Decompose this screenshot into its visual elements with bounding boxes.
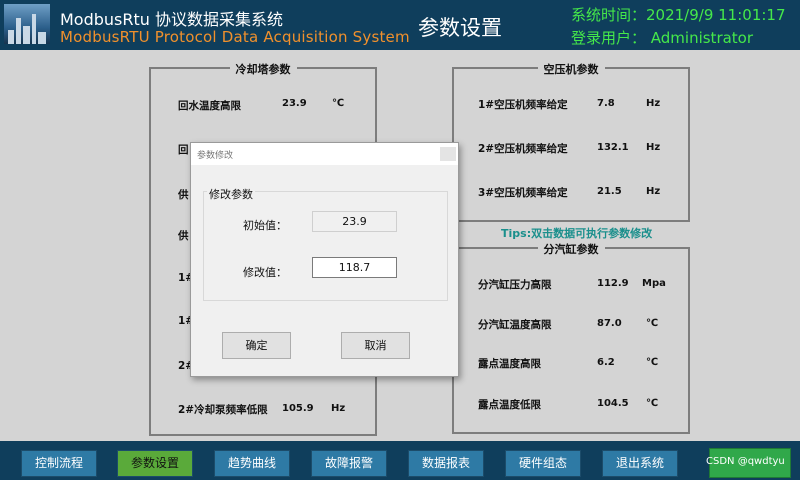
modify-param-fieldset <box>203 191 448 301</box>
cooling-row-label: 回水温度高限 <box>178 100 241 112</box>
modify-param-dialog: 参数修改 修改参数 初始值： 23.9 修改值： 118.7 确定 取消 <box>190 142 459 377</box>
nav-data-report-button[interactable]: 数据报表 <box>408 450 484 477</box>
nav-trend-curve-button[interactable]: 趋势曲线 <box>214 450 290 477</box>
page-title: 参数设置 <box>418 16 502 40</box>
cooling-row-label: 供 <box>178 189 189 201</box>
compressor-row-value[interactable]: 7.8 <box>597 98 615 109</box>
steam-row-label: 分汽缸压力高限 <box>478 279 552 291</box>
compressor-row-value[interactable]: 21.5 <box>597 186 622 197</box>
fieldset-legend: 修改参数 <box>207 186 255 202</box>
steam-row-label: 露点温度高限 <box>478 358 541 370</box>
cooling-row-unit: Hz <box>331 403 346 414</box>
cancel-button[interactable]: 取消 <box>341 332 410 359</box>
compressor-row-label: 1#空压机频率给定 <box>478 99 568 111</box>
modify-value-label: 修改值： <box>243 266 287 279</box>
csdn-watermark: CSDN @qwdtyu <box>706 456 785 467</box>
dialog-title: 参数修改 <box>197 151 234 161</box>
cooling-row-label: 供 <box>178 230 189 242</box>
steam-row-unit: ℃ <box>646 318 659 329</box>
compressor-row-label: 2#空压机频率给定 <box>478 143 568 155</box>
tips-text: Tips:双击数据可执行参数修改 <box>501 227 653 240</box>
nav-fault-alarm-button[interactable]: 故障报警 <box>311 450 387 477</box>
steam-row-value[interactable]: 6.2 <box>597 357 615 368</box>
cooling-row-value[interactable]: 23.9 <box>282 98 307 109</box>
steam-row-unit: Mpa <box>642 278 666 289</box>
compressor-row-unit: Hz <box>646 142 661 153</box>
steam-header-title: 分汽缸参数 <box>537 243 605 256</box>
steam-row-label: 露点温度低限 <box>478 399 541 411</box>
cooling-tower-title: 冷却塔参数 <box>229 63 297 76</box>
initial-value-label: 初始值： <box>243 219 287 232</box>
app-title-en: ModbusRTU Protocol Data Acquisition Syst… <box>60 28 410 46</box>
nav-control-flow-button[interactable]: 控制流程 <box>21 450 97 477</box>
cooling-row-value[interactable]: 105.9 <box>282 403 314 414</box>
nav-hardware-config-button[interactable]: 硬件组态 <box>505 450 581 477</box>
close-icon[interactable] <box>440 147 456 161</box>
steam-row-label: 分汽缸温度高限 <box>478 319 552 331</box>
compressor-row-unit: Hz <box>646 98 661 109</box>
cooling-row-label: 回 <box>178 144 189 156</box>
steam-row-unit: ℃ <box>646 357 659 368</box>
steam-row-value[interactable]: 104.5 <box>597 398 629 409</box>
steam-row-unit: ℃ <box>646 398 659 409</box>
compressor-row-label: 3#空压机频率给定 <box>478 187 568 199</box>
login-user: 登录用户： Administrator <box>571 29 754 47</box>
steam-row-value[interactable]: 87.0 <box>597 318 622 329</box>
cooling-row-unit: ℃ <box>332 98 345 109</box>
header-bar: ModbusRtu 协议数据采集系统 ModbusRTU Protocol Da… <box>0 0 800 50</box>
initial-value-field: 23.9 <box>312 211 397 232</box>
ok-button[interactable]: 确定 <box>222 332 291 359</box>
system-time: 系统时间：2021/9/9 11:01:17 <box>571 6 786 24</box>
city-skyline-logo <box>4 4 50 44</box>
cooling-row-label: 2#冷却泵频率低限 <box>178 404 268 416</box>
steam-row-value[interactable]: 112.9 <box>597 278 629 289</box>
air-compressor-title: 空压机参数 <box>537 63 605 76</box>
modify-value-input[interactable]: 118.7 <box>312 257 397 278</box>
nav-exit-system-button[interactable]: 退出系统 <box>602 450 678 477</box>
app-title-cn: ModbusRtu 协议数据采集系统 <box>60 10 284 29</box>
compressor-row-value[interactable]: 132.1 <box>597 142 629 153</box>
compressor-row-unit: Hz <box>646 186 661 197</box>
nav-param-settings-button[interactable]: 参数设置 <box>117 450 193 477</box>
dialog-titlebar[interactable]: 参数修改 <box>191 143 458 165</box>
